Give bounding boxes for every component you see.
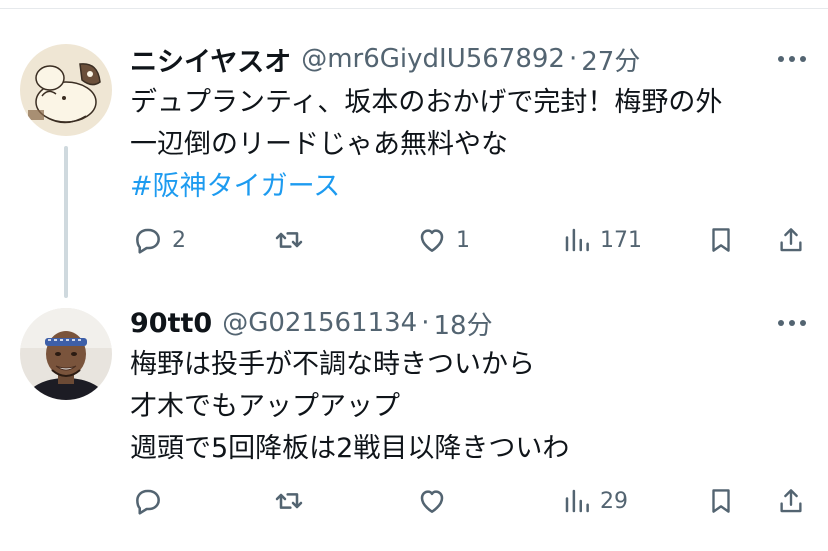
share-icon [780,489,802,513]
reply-button[interactable] [132,485,172,517]
tweet-text: 梅野は投手が不調な時きついから 才木でもアップアップ 週頭で5回降板は2戦目以降… [130,344,569,470]
reply-icon [136,228,160,254]
separator-dot: · [568,44,578,74]
retweet-icon [275,232,303,248]
tweet-text-line: 才木でもアップアップ [130,391,400,422]
separator-dot: · [421,308,430,338]
views-button[interactable]: 29 [562,485,628,517]
like-count: 1 [456,227,470,253]
like-button[interactable] [416,485,456,517]
timestamp[interactable]: 18分 [433,305,492,342]
views-icon [565,489,589,513]
share-icon [780,228,802,252]
avatar[interactable] [20,44,112,136]
views-count: 171 [600,227,642,253]
tweet-text-line: 一辺倒のリードじゃあ無料やな [130,129,508,160]
views-icon [565,228,589,252]
views-button[interactable]: 171 [562,224,642,256]
tweet-text: デュプランティ、坂本のおかげで完封！梅野の外 一辺倒のリードじゃあ無料やな #阪… [130,82,722,208]
tweet[interactable]: ニシイヤスオ @mr6GiydIU567892 · 27分 デュプランティ、坂本… [0,0,828,300]
more-icon[interactable] [778,54,806,64]
tweet-text-line: デュプランティ、坂本のおかげで完封！梅野の外 [130,87,723,118]
retweet-icon [275,493,303,509]
avatar[interactable] [20,308,112,400]
retweet-button[interactable] [272,485,314,517]
timestamp[interactable]: 27分 [581,41,640,78]
tweet[interactable]: 90tt0 @G021561134 · 18分 梅野は投手が不調な時きついから … [0,300,828,551]
reply-button[interactable]: 2 [132,224,186,256]
reply-count: 2 [172,227,186,253]
tweet-text-line: 週頭で5回降板は2戦目以降きついわ [130,433,570,464]
reply-icon [136,489,160,515]
display-name[interactable]: ニシイヤスオ [130,40,291,79]
user-handle[interactable]: @mr6GiydIU567892 [301,44,565,74]
like-icon [420,490,444,513]
share-button[interactable] [776,485,806,517]
conversation-thread: ニシイヤスオ @mr6GiydIU567892 · 27分 デュプランティ、坂本… [0,0,828,551]
hashtag-link[interactable]: #阪神タイガース [130,166,722,208]
user-handle[interactable]: @G021561134 [222,308,417,338]
more-icon[interactable] [778,318,806,328]
tweet-actions: 29 [0,483,828,523]
like-button[interactable]: 1 [416,224,470,256]
bookmark-button[interactable] [706,485,736,517]
retweet-button[interactable] [272,224,314,256]
views-count: 29 [600,488,628,514]
bookmark-icon [712,228,730,252]
bookmark-icon [712,489,730,513]
share-button[interactable] [776,224,806,256]
tweet-header: ニシイヤスオ @mr6GiydIU567892 · 27分 [130,40,640,79]
bookmark-button[interactable] [706,224,736,256]
like-icon [420,229,444,252]
tweet-actions: 2 1 171 [0,220,828,260]
display-name[interactable]: 90tt0 [130,308,212,339]
tweet-text-line: 梅野は投手が不調な時きついから [130,349,535,380]
tweet-header: 90tt0 @G021561134 · 18分 [130,305,493,342]
